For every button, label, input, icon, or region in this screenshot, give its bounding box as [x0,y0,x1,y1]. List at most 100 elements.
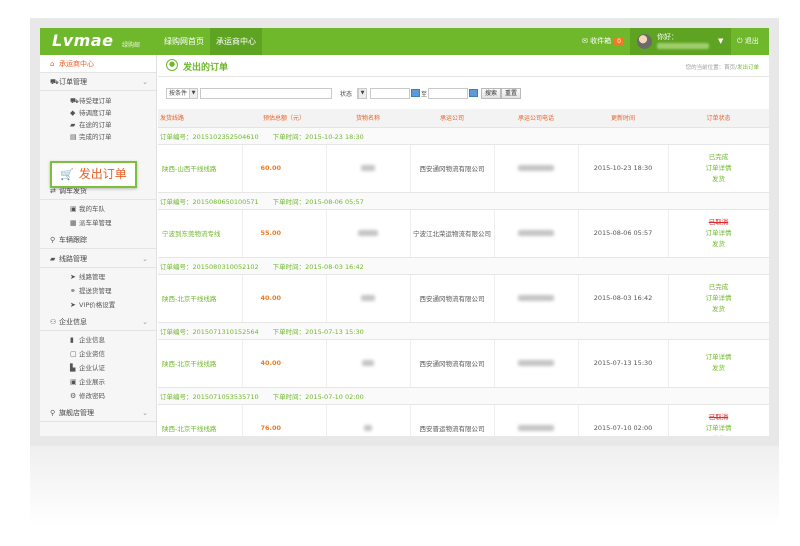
date-from-input[interactable] [370,88,410,99]
status-cell: 已完成 订单详情 发货 [668,144,769,193]
sidebar-route-management[interactable]: ▰ 线路管理 ⌄ [40,250,156,268]
ship-link[interactable]: 发货 [669,363,769,374]
logout-button[interactable]: ⏻ 退出 [737,36,759,46]
status-badge: 已完成 [708,282,729,291]
status-cell: 已取消订单详情发货 [668,404,769,436]
building-icon: ▮ [70,336,74,344]
sidebar-item-my-fleet[interactable]: ▣ 我的车队 [40,203,156,217]
logo[interactable]: Lvmae [52,31,113,50]
map-pin-icon: ⚲ [50,236,56,244]
gear-icon: ⚙ [70,392,77,400]
goods-cell [326,339,411,388]
col-status: 订单状态 [668,109,769,128]
carrier-cell: 西安通冈物流有限公司 [410,339,495,388]
sidebar-item-completed[interactable]: ▤ 完成的订单 [40,131,156,143]
ship-link[interactable]: 发货 [669,174,769,185]
phone-cell [494,144,579,193]
sidebar-item-pending-orders[interactable]: ⛟待受理订单 [40,95,156,107]
location-pin-icon: ● [166,59,178,71]
table-row[interactable]: 陕西-山西干线线路 60.00 西安通冈物流有限公司 2015-10-23 18:30… [158,144,769,193]
table-row[interactable]: 陕西-北京干线线路 40.00 西安通冈物流有限公司 2015-07-13 15:30… [158,339,769,388]
order-detail-link[interactable]: 订单详情 [669,423,769,434]
top-nav: 绿购网首页 承运商中心 [158,28,262,55]
sidebar-item-vip-pricing[interactable]: ➤ VIP价格设置 [40,299,156,313]
mail-icon: ✉ [582,37,591,45]
caret-down-icon[interactable]: ▼ [718,37,723,45]
keyword-input[interactable] [200,88,332,99]
route-cell[interactable]: 宁波到东莞物流专线 [158,209,243,258]
status-badge: 已完成 [708,152,729,161]
carrier-cell: 西安通冈物流有限公司 [410,144,495,193]
col-carrier-phone: 承运公司电话 [494,109,578,128]
condition-select[interactable]: 按条件 ▼ [166,88,198,99]
order-detail-link[interactable]: 订单详情 [669,293,769,304]
sidebar-vehicle-tracking[interactable]: ⚲ 车辆跟踪 [40,231,156,249]
updated-cell: 2015-07-10 02:00 [578,404,669,436]
sidebar-company-info[interactable]: ⚇ 企业信息 ⌄ [40,313,156,331]
sidebar-home[interactable]: ⌂ 承运商中心 [40,55,156,73]
nav-carrier-center[interactable]: 承运商中心 [210,28,262,55]
file-icon: ▢ [70,350,77,358]
ship-link[interactable]: 发货 [669,304,769,315]
filter-bar: 按条件 ▼ 状态 ▼ 至 搜索 重置 [158,88,769,102]
nav-home[interactable]: 绿购网首页 [158,28,210,55]
sidebar-item-in-transit[interactable]: ▰ 在途的订单 [40,119,156,131]
table-row[interactable]: 陕西-北京干线线路 40.00 西安通冈物流有限公司 2015-08-03 16:42… [158,274,769,323]
inbox-link[interactable]: ✉ 收件箱 0 [582,36,624,46]
price-cell: 55.00 [242,209,327,258]
sent-orders-callout[interactable]: 🛒 发出订单 [50,161,137,188]
route-cell[interactable]: 陕西-山西干线线路 [158,144,243,193]
app-window: Lvmae 绿购邮 绿购网首页 承运商中心 ✉ 收件箱 0 你好： ▼ ⏻ 退出… [40,28,769,436]
list-icon: ▦ [70,219,77,227]
sidebar-item-company-credit[interactable]: ▢ 企业资信 [40,348,156,362]
status-select[interactable]: ▼ [357,88,367,99]
map-pin-icon: ⚲ [50,409,56,417]
date-to-label: 至 [421,91,428,98]
search-button[interactable]: 搜索 [481,88,502,99]
order-detail-link[interactable]: 订单详情 [669,163,769,174]
cart-icon: ⛟ [50,78,59,86]
cart-icon: 🛒 [60,168,74,181]
sidebar-item-company-info[interactable]: ▮ 企业信息 [40,334,156,348]
document-icon: ▤ [70,133,77,141]
bus-icon: ▣ [70,205,77,213]
ship-link[interactable]: 发货 [669,239,769,250]
price-cell: 76.00 [242,404,327,436]
ship-link[interactable]: 发货 [669,434,769,437]
send-icon: ➤ [70,301,76,309]
send-icon: ➤ [70,273,76,281]
route-cell[interactable]: 陕西-北京干线线路 [158,339,243,388]
sidebar-item-company-showcase[interactable]: ▣ 企业展示 [40,376,156,390]
breadcrumb-current[interactable]: 发出订单 [737,65,759,71]
updated-cell: 2015-08-06 05:57 [578,209,669,258]
table-row[interactable]: 陕西-北京干线线路 76.00 西安晋运物流有限公司 2015-07-10 02:00… [158,404,769,436]
sidebar-flagship-store[interactable]: ⚲ 旗舰店管理 ⌄ [40,404,156,422]
calendar-icon[interactable] [469,89,478,97]
sidebar-item-company-cert[interactable]: ▙ 企业认证 [40,362,156,376]
reset-button[interactable]: 重置 [501,88,522,99]
status-cell: 已取消订单详情发货 [668,209,769,258]
sidebar-item-routes[interactable]: ➤ 线路管理 [40,271,156,285]
status-cell: 订单详情 发货 [668,339,769,388]
carrier-cell: 西安通冈物流有限公司 [410,274,495,323]
user-menu[interactable]: 你好： ▼ [630,28,731,55]
order-detail-link[interactable]: 订单详情 [669,228,769,239]
chevron-down-icon: ⌄ [142,78,148,86]
sidebar-order-management[interactable]: ⛟订单管理 ⌄ [40,73,156,91]
carrier-cell: 宁波江北荣运物流有限公司 [410,209,495,258]
date-to-input[interactable] [428,88,468,99]
power-icon: ⏻ [737,37,745,45]
sidebar-item-dispatch-orders[interactable]: ◆ 待调度订单 [40,107,156,119]
route-cell[interactable]: 陕西-北京干线线路 [158,404,243,436]
bookmark-icon: ▙ [70,364,76,372]
col-estimated-total: 预估总额（元） [242,109,326,128]
col-route: 发货线路 [158,109,242,128]
route-cell[interactable]: 陕西-北京干线线路 [158,274,243,323]
sidebar-item-dispatch-slips[interactable]: ▦ 派车单管理 [40,217,156,231]
username-redacted [657,43,709,49]
table-row[interactable]: 宁波到东莞物流专线 55.00 宁波江北荣运物流有限公司 2015-08-06 05:… [158,209,769,258]
calendar-icon[interactable] [411,89,420,97]
order-detail-link[interactable]: 订单详情 [669,352,769,363]
sidebar-item-change-password[interactable]: ⚙ 修改密码 [40,390,156,404]
sidebar-item-pickup-delivery[interactable]: ⚭ 提送货管理 [40,285,156,299]
